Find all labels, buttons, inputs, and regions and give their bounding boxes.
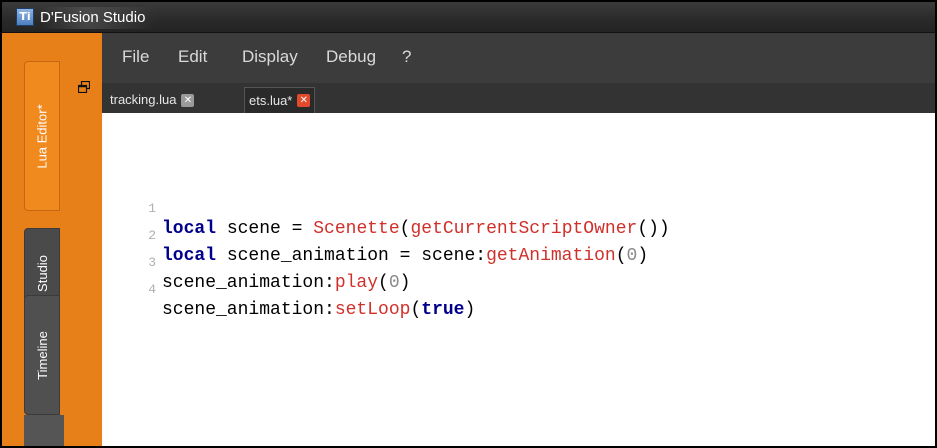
- line-number: 4: [148, 282, 156, 297]
- code-line: 1 local scene = Scenette(getCurrentScrip…: [102, 177, 935, 239]
- menu-file[interactable]: File: [122, 46, 149, 68]
- code-text: scene_animation:setLoop(true): [162, 300, 475, 321]
- function-name: setLoop: [334, 300, 411, 320]
- menu-display[interactable]: Display: [242, 46, 298, 68]
- restore-icon[interactable]: [77, 80, 91, 94]
- menu-debug[interactable]: Debug: [326, 46, 376, 68]
- file-tab-bar: tracking.lua ✕ ets.lua* ✕: [102, 83, 935, 113]
- dock-tab-timeline[interactable]: Timeline: [24, 295, 60, 415]
- dock-tab-label: Lua Editor*: [34, 103, 50, 169]
- file-tab-tracking[interactable]: tracking.lua ✕: [106, 87, 198, 113]
- code-line: 2 local scene_animation = scene:getAnima…: [102, 204, 935, 266]
- dock-tab-label: Timeline: [34, 330, 50, 380]
- dock-tab-label: Studio: [34, 254, 50, 292]
- file-tab-label: ets.lua*: [249, 92, 293, 108]
- close-icon[interactable]: ✕: [181, 93, 195, 107]
- code-line: 3 scene_animation:play(0): [102, 231, 935, 293]
- menu-help[interactable]: ?: [402, 46, 411, 68]
- code-plain: (: [410, 300, 422, 320]
- title-bar: Ti D'Fusion Studio: [2, 2, 935, 33]
- code-plain: ): [464, 300, 476, 320]
- window-title: D'Fusion Studio: [40, 7, 156, 29]
- file-tab-label: tracking.lua: [110, 92, 177, 107]
- code-plain: scene_animation:: [162, 300, 335, 320]
- dock-tab-lua-editor[interactable]: Lua Editor*: [24, 61, 60, 211]
- menu-bar: File Edit Display Debug ?: [102, 33, 935, 83]
- app-icon: Ti: [16, 8, 34, 26]
- code-line: 4 scene_animation:setLoop(true): [102, 258, 935, 320]
- close-icon[interactable]: ✕: [297, 94, 311, 107]
- file-tab-ets[interactable]: ets.lua* ✕: [244, 87, 316, 113]
- menu-edit[interactable]: Edit: [178, 46, 207, 68]
- dock-filler: [24, 415, 64, 446]
- left-dock: Lua Editor* Studio Timeline: [2, 33, 102, 446]
- keyword: true: [421, 300, 465, 320]
- code-editor[interactable]: 1 local scene = Scenette(getCurrentScrip…: [102, 113, 935, 446]
- app-window: Ti D'Fusion Studio Lua Editor* Studio Ti…: [0, 0, 937, 448]
